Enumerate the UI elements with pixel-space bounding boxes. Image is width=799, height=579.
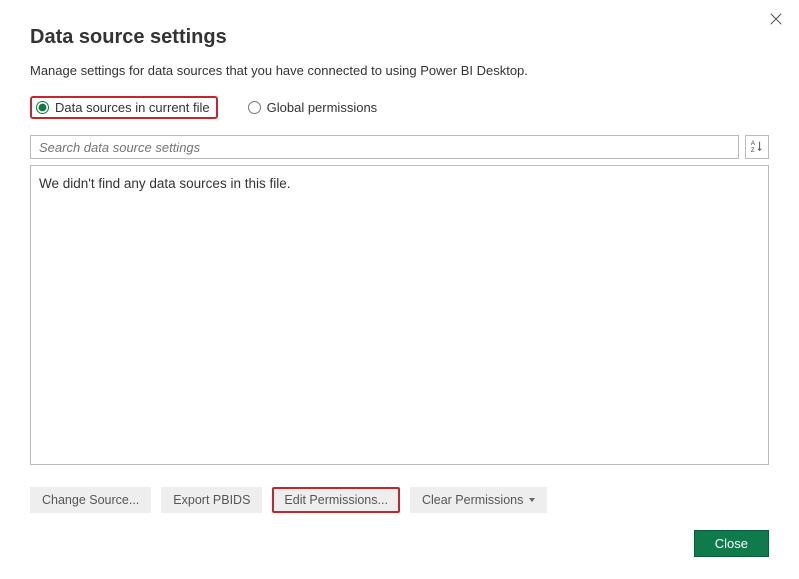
action-button-row: Change Source... Export PBIDS Edit Permi… [30,487,769,513]
sort-button[interactable]: A Z [745,135,769,159]
change-source-button[interactable]: Change Source... [30,487,151,513]
radio-global-permissions-input[interactable] [248,101,261,114]
scope-radio-group: Data sources in current file Global perm… [30,96,769,119]
clear-permissions-button[interactable]: Clear Permissions [410,487,547,513]
data-source-settings-dialog: Data source settings Manage settings for… [0,0,799,579]
empty-list-message: We didn't find any data sources in this … [39,176,760,191]
data-source-list[interactable]: We didn't find any data sources in this … [30,165,769,465]
clear-permissions-label: Clear Permissions [422,493,523,507]
svg-text:A: A [751,140,756,147]
radio-global-permissions[interactable]: Global permissions [248,100,378,115]
edit-permissions-button[interactable]: Edit Permissions... [272,487,400,513]
radio-current-file-input[interactable] [36,101,49,114]
dialog-subtitle: Manage settings for data sources that yo… [30,63,769,78]
search-input[interactable] [30,135,739,159]
chevron-down-icon [529,498,535,502]
svg-text:Z: Z [751,147,755,153]
export-pbids-button[interactable]: Export PBIDS [161,487,262,513]
close-button[interactable]: Close [694,530,769,557]
dialog-title: Data source settings [30,26,769,49]
close-icon[interactable] [765,8,787,35]
search-row: A Z [30,135,769,159]
sort-az-icon: A Z [750,139,764,156]
radio-current-file[interactable]: Data sources in current file [30,96,218,119]
radio-current-file-label: Data sources in current file [55,100,210,115]
radio-global-permissions-label: Global permissions [267,100,378,115]
dialog-footer: Close [694,530,769,557]
